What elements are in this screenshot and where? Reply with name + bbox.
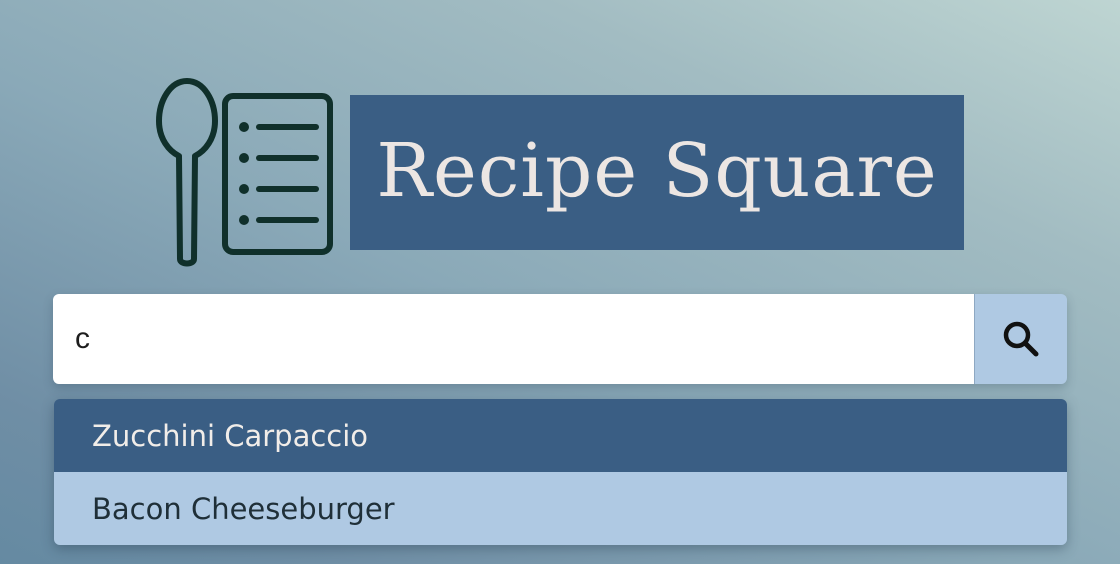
search-bar [53,294,1067,384]
search-input[interactable] [53,294,974,384]
spoon-and-recipe-list-icon [156,78,333,267]
search-button[interactable] [974,294,1067,384]
app-title: Recipe Square [376,127,938,214]
search-suggestions-dropdown: Zucchini Carpaccio Bacon Cheeseburger [54,399,1067,545]
search-icon [1003,321,1039,357]
suggestion-item-bacon-cheeseburger[interactable]: Bacon Cheeseburger [54,472,1067,545]
suggestion-item-zucchini-carpaccio[interactable]: Zucchini Carpaccio [54,399,1067,472]
app-title-banner: Recipe Square [350,95,964,250]
